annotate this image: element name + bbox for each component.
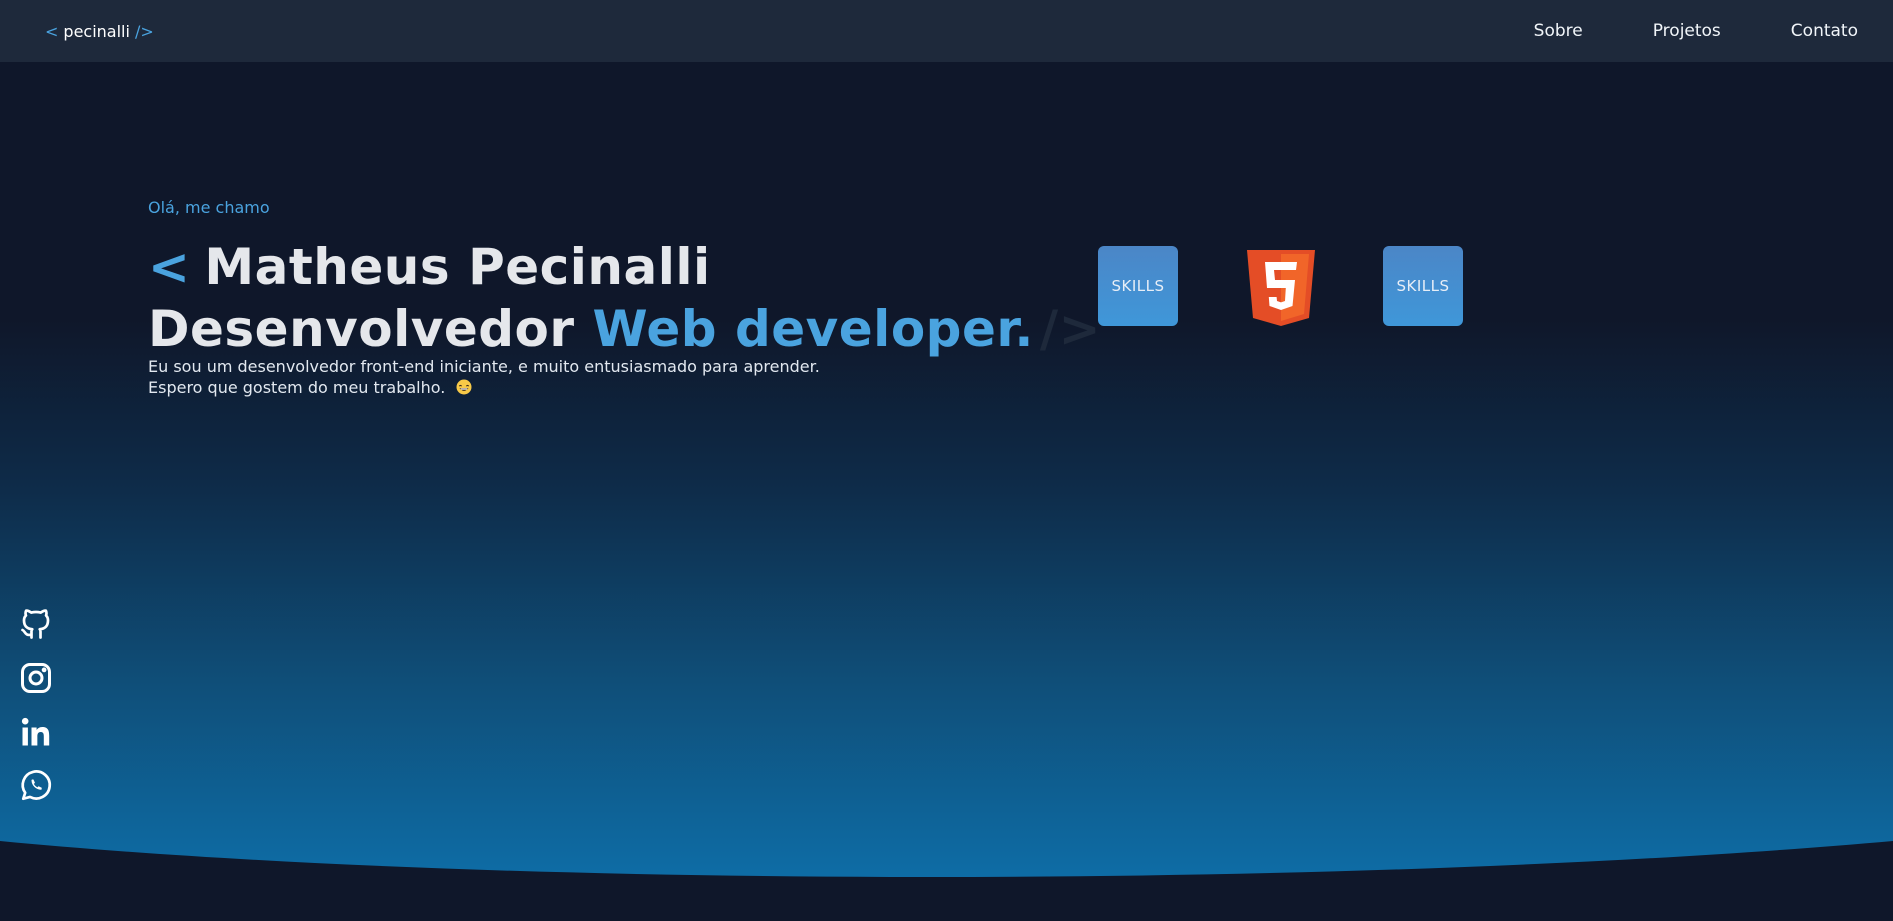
hero-role-prefix: Desenvolvedor: [148, 300, 575, 358]
skill-tile[interactable]: SKILLS: [1383, 246, 1463, 326]
whatsapp-icon: [21, 770, 52, 801]
social-links: [18, 606, 54, 804]
hero-description-line2: Espero que gostem do meu trabalho.: [148, 377, 820, 398]
instagram-link[interactable]: [18, 660, 54, 696]
top-navbar: < pecinalli /> Sobre Projetos Contato: [0, 0, 1893, 62]
site-logo[interactable]: < pecinalli />: [45, 22, 154, 41]
hero-title-line2: Desenvolvedor Web developer./>: [148, 298, 1101, 360]
linkedin-link[interactable]: [18, 714, 54, 750]
nav-link-projetos[interactable]: Projetos: [1653, 21, 1721, 41]
whatsapp-link[interactable]: [18, 768, 54, 804]
main-nav: Sobre Projetos Contato: [1534, 21, 1858, 41]
skill-tile[interactable]: SKILLS: [1098, 246, 1178, 326]
bottom-wave-divider: [0, 841, 1893, 921]
logo-open-bracket: <: [45, 21, 59, 41]
nav-link-sobre[interactable]: Sobre: [1534, 21, 1583, 41]
hero-section: [0, 62, 1893, 921]
linkedin-icon: [21, 717, 50, 746]
title-open-bracket: <: [148, 238, 191, 296]
hero-greeting: Olá, me chamo: [148, 198, 270, 217]
github-link[interactable]: [18, 606, 54, 642]
hero-title-line1: < Matheus Pecinalli: [148, 236, 1101, 298]
hero-description: Eu sou um desenvolvedor front-end inicia…: [148, 356, 820, 398]
html5-icon[interactable]: [1245, 248, 1317, 328]
instagram-icon: [21, 663, 51, 693]
hero-name: Matheus Pecinalli: [204, 238, 711, 296]
github-icon: [21, 609, 50, 639]
grinning-face-icon: [456, 379, 472, 395]
hero-title: < Matheus Pecinalli Desenvolvedor Web dev…: [148, 236, 1101, 360]
logo-close-bracket: />: [134, 21, 154, 41]
title-close-bracket: />: [1039, 300, 1102, 358]
nav-link-contato[interactable]: Contato: [1791, 21, 1858, 41]
hero-role-accent: Web developer.: [592, 300, 1034, 358]
logo-text: pecinalli: [63, 21, 130, 41]
hero-description-line1: Eu sou um desenvolvedor front-end inicia…: [148, 357, 820, 376]
